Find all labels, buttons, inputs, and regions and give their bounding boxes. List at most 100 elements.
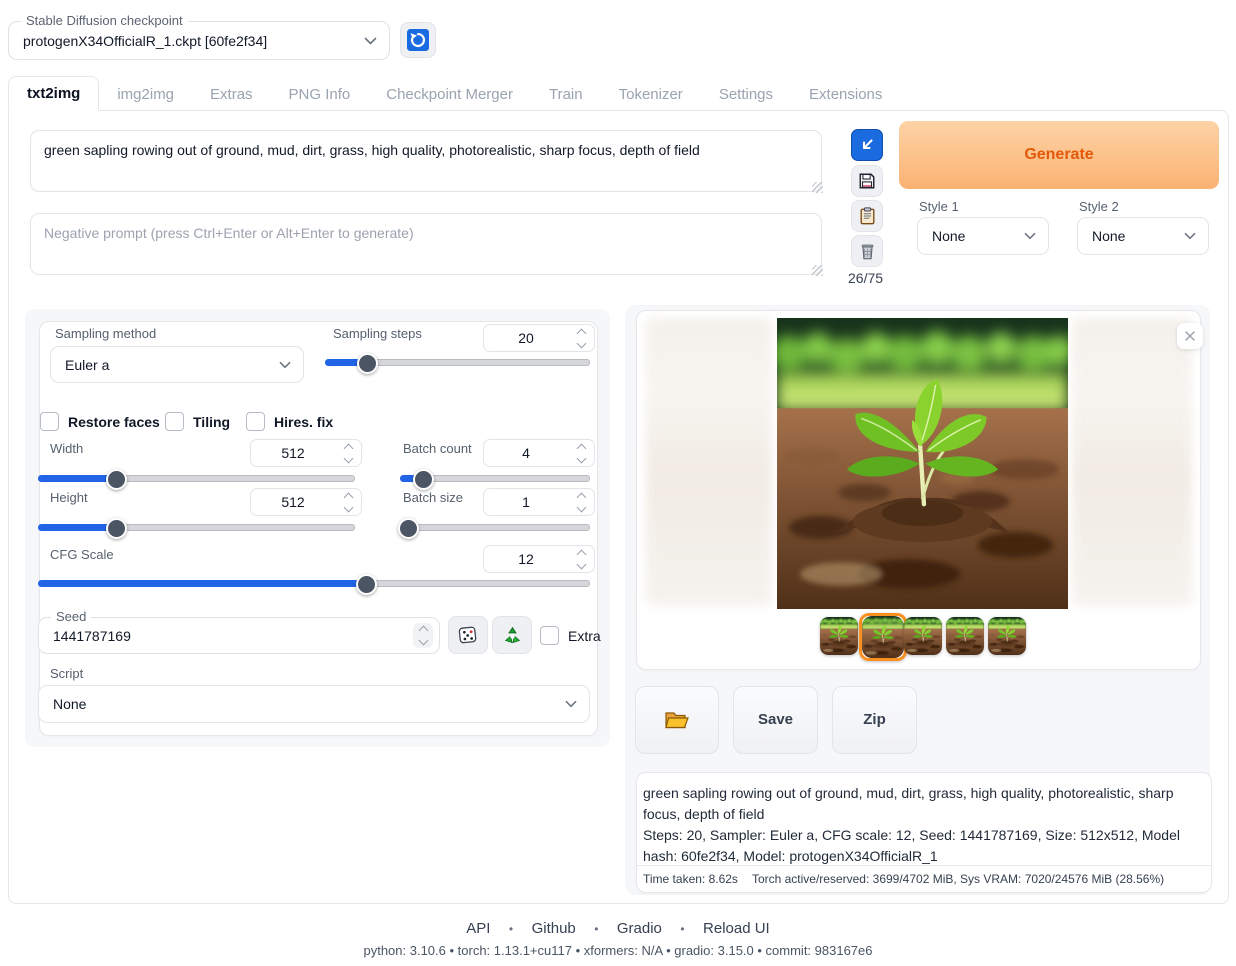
- cfg-scale-input[interactable]: 12: [483, 545, 595, 573]
- chevron-down-icon: [279, 361, 291, 369]
- random-seed-button[interactable]: [448, 616, 488, 654]
- sampling-method-dropdown[interactable]: Euler a: [50, 346, 304, 383]
- tab-tokenizer[interactable]: Tokenizer: [601, 78, 701, 111]
- script-value: None: [53, 696, 86, 712]
- close-gallery-button[interactable]: [1177, 323, 1203, 349]
- clipboard-icon: [859, 207, 876, 225]
- height-value: 512: [251, 494, 335, 510]
- tab-settings[interactable]: Settings: [701, 78, 791, 111]
- tab-train[interactable]: Train: [531, 78, 601, 111]
- sampling-steps-input[interactable]: 20: [483, 324, 595, 352]
- tab-extensions[interactable]: Extensions: [791, 78, 900, 111]
- chevron-down-icon: [1024, 232, 1036, 240]
- dice-icon: [458, 625, 478, 645]
- paste-apply-style-button[interactable]: [851, 200, 883, 232]
- width-slider[interactable]: [38, 469, 355, 485]
- prompt-input[interactable]: green sapling rowing out of ground, mud,…: [30, 130, 822, 192]
- style2-dropdown[interactable]: None: [1077, 217, 1209, 255]
- stepper-arrows[interactable]: [413, 623, 433, 648]
- cfg-scale-label: CFG Scale: [50, 547, 114, 562]
- tab-checkpoint-merger[interactable]: Checkpoint Merger: [368, 78, 531, 111]
- footer-link-api[interactable]: API: [466, 920, 490, 937]
- checkbox-box[interactable]: [246, 412, 265, 431]
- style1-dropdown[interactable]: None: [917, 217, 1049, 255]
- save-style-button[interactable]: [851, 165, 883, 197]
- style2-label: Style 2: [1079, 199, 1119, 214]
- width-value: 512: [251, 445, 335, 461]
- generate-button[interactable]: Generate: [899, 121, 1219, 189]
- tab-img2img[interactable]: img2img: [99, 78, 192, 111]
- script-dropdown[interactable]: None: [38, 685, 590, 723]
- width-input[interactable]: 512: [250, 439, 362, 467]
- gallery-thumbnail-1[interactable]: [820, 617, 858, 655]
- sampling-steps-value: 20: [484, 330, 568, 346]
- checkpoint-value: protogenX34OfficialR_1.ckpt [60fe2f34]: [23, 33, 267, 49]
- sampling-method-value: Euler a: [65, 357, 109, 373]
- tab-png-info[interactable]: PNG Info: [271, 78, 369, 111]
- reuse-seed-button[interactable]: [492, 616, 532, 654]
- chevron-down-icon: [364, 37, 377, 45]
- gallery-thumbnail-3[interactable]: [904, 617, 942, 655]
- stepper-arrows[interactable]: [338, 442, 358, 464]
- cfg-scale-slider[interactable]: [38, 574, 590, 590]
- chevron-down-icon: [565, 700, 577, 708]
- gallery-prev-image[interactable]: [646, 318, 772, 606]
- batch-size-slider[interactable]: [400, 518, 590, 534]
- sampling-steps-slider[interactable]: [325, 353, 590, 369]
- folder-icon: [664, 709, 690, 731]
- checkbox-box[interactable]: [540, 626, 559, 645]
- footer-link-github[interactable]: Github: [532, 920, 576, 937]
- sampling-steps-label: Sampling steps: [333, 326, 422, 341]
- checkpoint-dropdown[interactable]: Stable Diffusion checkpoint protogenX34O…: [8, 21, 390, 60]
- gallery-thumbnail-5[interactable]: [988, 617, 1026, 655]
- generation-info-card: green sapling rowing out of ground, mud,…: [636, 772, 1212, 893]
- hires-fix-label: Hires. fix: [274, 414, 333, 430]
- height-input[interactable]: 512: [250, 488, 362, 516]
- sampling-method-label: Sampling method: [55, 326, 156, 341]
- checkbox-box[interactable]: [40, 412, 59, 431]
- clear-prompt-button[interactable]: [851, 235, 883, 267]
- refresh-checkpoints-button[interactable]: [400, 22, 436, 58]
- stepper-arrows[interactable]: [571, 442, 591, 464]
- footer-link-gradio[interactable]: Gradio: [617, 920, 662, 937]
- open-folder-button[interactable]: [635, 686, 719, 754]
- stepper-arrows[interactable]: [571, 327, 591, 349]
- style2-value: None: [1092, 228, 1125, 244]
- stepper-arrows[interactable]: [571, 548, 591, 570]
- height-label: Height: [50, 490, 88, 505]
- seed-input[interactable]: Seed 1441787169: [38, 617, 440, 654]
- main-tabs: txt2img img2img Extras PNG Info Checkpoi…: [8, 76, 900, 111]
- tab-txt2img[interactable]: txt2img: [8, 76, 99, 111]
- gallery-thumbnail-4[interactable]: [946, 617, 984, 655]
- restore-faces-checkbox[interactable]: Restore faces: [40, 412, 160, 431]
- save-button[interactable]: Save: [733, 686, 818, 754]
- negative-prompt-input[interactable]: [30, 213, 822, 275]
- tiling-checkbox[interactable]: Tiling: [165, 412, 230, 431]
- footer-link-reload-ui[interactable]: Reload UI: [703, 920, 770, 937]
- tab-extras[interactable]: Extras: [192, 78, 271, 111]
- gallery-next-image[interactable]: [1072, 318, 1192, 606]
- batch-count-input[interactable]: 4: [483, 439, 595, 467]
- resize-handle[interactable]: [812, 182, 823, 193]
- vram-stats: Torch active/reserved: 3699/4702 MiB, Sy…: [752, 872, 1164, 886]
- resize-handle[interactable]: [812, 265, 823, 276]
- cfg-scale-value: 12: [484, 551, 568, 567]
- extra-seed-checkbox[interactable]: Extra: [540, 626, 601, 645]
- script-label: Script: [50, 666, 83, 681]
- checkbox-box[interactable]: [165, 412, 184, 431]
- hires-fix-checkbox[interactable]: Hires. fix: [246, 412, 333, 431]
- stepper-arrows[interactable]: [338, 491, 358, 513]
- style1-value: None: [932, 228, 965, 244]
- zip-button[interactable]: Zip: [832, 686, 917, 754]
- token-counter: 26/75: [848, 270, 883, 286]
- generation-time-row: Time taken: 8.62s Torch active/reserved:…: [637, 865, 1211, 892]
- read-generation-params-button[interactable]: [851, 129, 883, 161]
- extra-label: Extra: [568, 628, 601, 644]
- height-slider[interactable]: [38, 518, 355, 534]
- batch-size-input[interactable]: 1: [483, 488, 595, 516]
- batch-size-value: 1: [484, 494, 568, 510]
- batch-count-slider[interactable]: [400, 469, 590, 485]
- generated-image[interactable]: [777, 318, 1068, 609]
- gallery-thumbnail-2-selected[interactable]: [859, 613, 907, 661]
- stepper-arrows[interactable]: [571, 491, 591, 513]
